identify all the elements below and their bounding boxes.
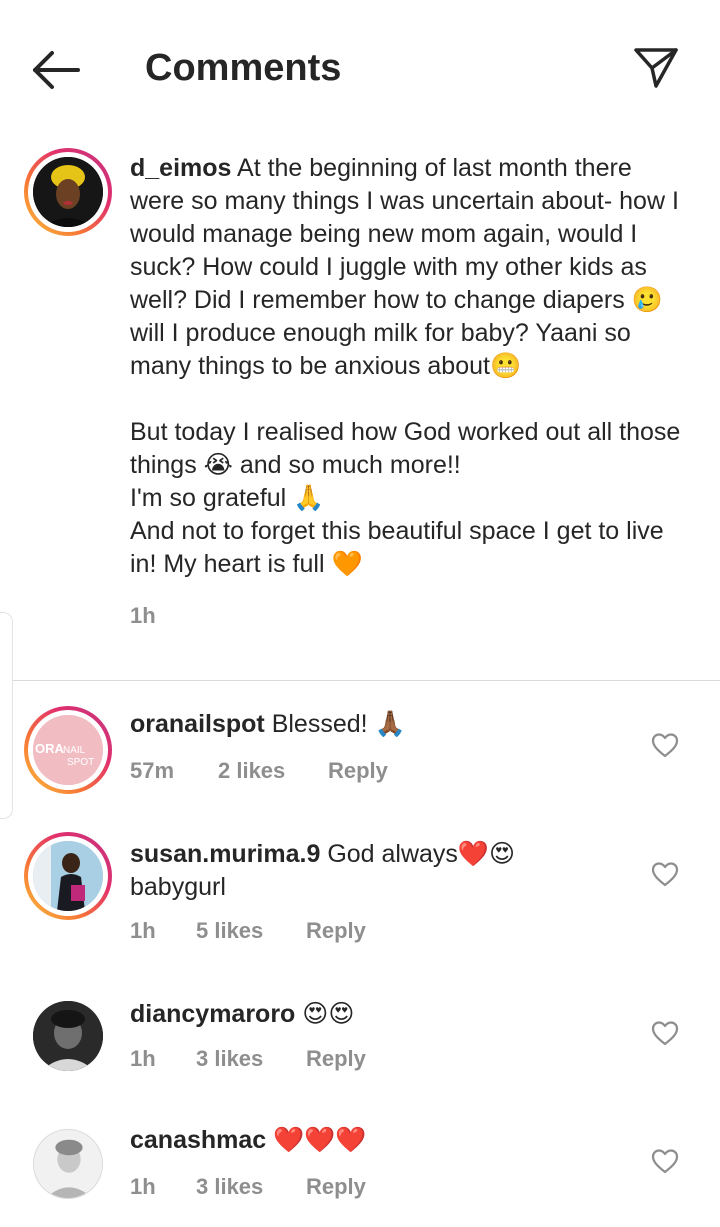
avatar-ring <box>24 148 112 236</box>
like-button[interactable] <box>651 861 679 887</box>
heart-outline-icon <box>651 733 679 758</box>
comment-time: 1h <box>130 1046 156 1071</box>
comment-text-block: susan.murima.9 God always❤️😍 babygurl <box>130 838 600 904</box>
divider <box>0 680 720 681</box>
avatar-image <box>33 841 103 911</box>
header: Comments <box>0 0 720 140</box>
heart-outline-icon <box>651 1021 679 1046</box>
comment-username[interactable]: susan.murima.9 <box>130 840 320 868</box>
paper-plane-icon <box>634 48 678 88</box>
comment-text: Blessed! 🙏🏾 <box>271 710 406 738</box>
comment-likes[interactable]: 3 likes <box>196 1174 306 1200</box>
avatar-image: ORA NAIL SPOT <box>33 715 103 785</box>
avatar-ring: ORA NAIL SPOT <box>24 706 112 794</box>
comment-item: canashmac ❤️❤️❤️ 1h 3 likes Reply <box>0 1118 720 1227</box>
comment-item: ORA NAIL SPOT oranailspot Blessed! 🙏🏾 57… <box>0 700 720 815</box>
like-button[interactable] <box>651 1148 679 1174</box>
back-button[interactable] <box>30 48 82 92</box>
comment-meta: 57m 2 likes Reply <box>130 758 388 784</box>
comment-likes[interactable]: 3 likes <box>196 1046 306 1072</box>
arrow-left-icon <box>33 51 80 89</box>
avatar[interactable] <box>33 1001 103 1071</box>
avatar[interactable] <box>33 1129 103 1199</box>
comment-text-block: canashmac ❤️❤️❤️ <box>130 1124 600 1157</box>
caption-username[interactable]: d_eimos <box>130 154 231 182</box>
avatar-image <box>34 1130 102 1198</box>
comment-text: ❤️❤️❤️ <box>273 1126 367 1154</box>
caption-timestamp: 1h <box>130 603 156 628</box>
comment-time: 57m <box>130 758 175 783</box>
page-title: Comments <box>145 47 342 89</box>
avatar-logo-text: ORA <box>35 741 65 756</box>
comment-item: diancymaroro 😍😍 1h 3 likes Reply <box>0 990 720 1100</box>
heart-outline-icon <box>651 862 679 887</box>
caption-text: At the beginning of last month there wer… <box>130 154 681 578</box>
like-button[interactable] <box>651 732 679 758</box>
comment-text-block: oranailspot Blessed! 🙏🏾 <box>130 708 600 741</box>
caption: d_eimos At the beginning of last month t… <box>130 152 690 632</box>
avatar-image <box>33 157 103 227</box>
comment-likes[interactable]: 2 likes <box>218 758 328 784</box>
comment-username[interactable]: canashmac <box>130 1126 266 1154</box>
share-button[interactable] <box>632 44 680 92</box>
reply-button[interactable]: Reply <box>306 1174 366 1200</box>
avatar-image <box>33 1001 103 1071</box>
comment-meta: 1h 3 likes Reply <box>130 1046 366 1072</box>
svg-text:SPOT: SPOT <box>67 757 94 768</box>
avatar[interactable] <box>33 841 103 911</box>
comment-username[interactable]: diancymaroro <box>130 1000 295 1028</box>
comment-text-block: diancymaroro 😍😍 <box>130 998 600 1031</box>
comment-time: 1h <box>130 1174 156 1199</box>
comment-text: 😍😍 <box>302 1000 355 1028</box>
reply-button[interactable]: Reply <box>306 918 366 944</box>
comment-meta: 1h 3 likes Reply <box>130 1174 366 1200</box>
comment-likes[interactable]: 5 likes <box>196 918 306 944</box>
comment-time: 1h <box>130 918 156 943</box>
svg-text:NAIL: NAIL <box>63 745 86 756</box>
comment-item: susan.murima.9 God always❤️😍 babygurl 1h… <box>0 830 720 970</box>
reply-button[interactable]: Reply <box>306 1046 366 1072</box>
avatar[interactable]: ORA NAIL SPOT <box>33 715 103 785</box>
comment-username[interactable]: oranailspot <box>130 710 265 738</box>
like-button[interactable] <box>651 1020 679 1046</box>
reply-button[interactable]: Reply <box>328 758 388 784</box>
avatar[interactable] <box>33 157 103 227</box>
comment-meta: 1h 5 likes Reply <box>130 918 366 944</box>
heart-outline-icon <box>651 1149 679 1174</box>
avatar-ring <box>24 832 112 920</box>
